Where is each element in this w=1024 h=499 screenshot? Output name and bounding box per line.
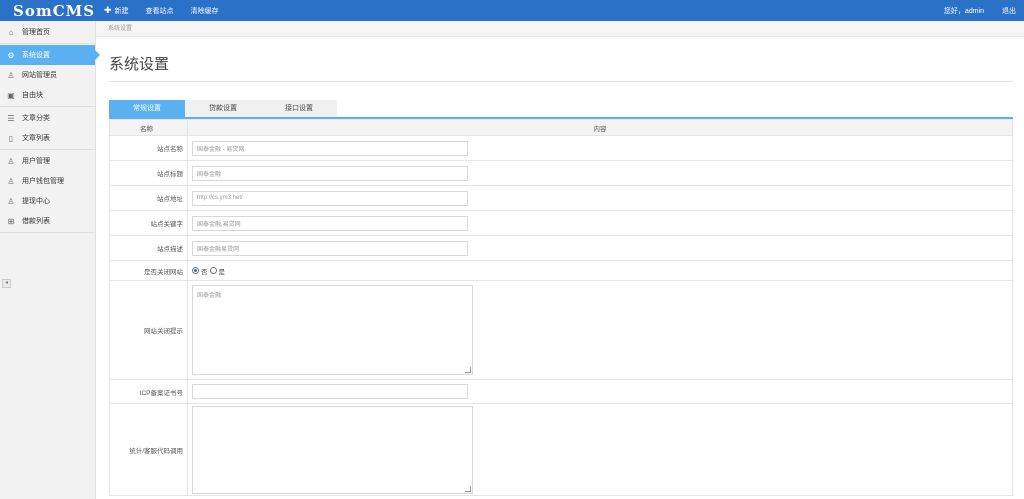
sidebar-item-label: 提现中心	[22, 198, 50, 205]
user-icon: ♙	[7, 70, 15, 80]
page-title: 系统设置	[109, 56, 170, 73]
radio-yes-label: 是	[218, 268, 226, 276]
row-label: 站点描述	[109, 235, 188, 261]
site-keywords-input[interactable]: 国泰金融,易贷网	[192, 215, 468, 231]
top-bar: SomCMS ✚ 新建 查看站点 清除缓存 您好，admin 退出	[0, 0, 1024, 21]
category-icon: ☰	[7, 113, 15, 123]
sidebar-item-label: 借款列表	[22, 218, 50, 225]
table-row: 站点名称 国泰金融 - 易贷网	[109, 135, 1013, 161]
sidebar-item-system-settings[interactable]: ⚙ 系统设置	[0, 45, 100, 65]
breadcrumb: 系统设置	[96, 21, 1024, 37]
table-row: 网站关闭提示 国泰金融	[109, 280, 1013, 380]
tab-api[interactable]: 接口设置	[261, 100, 337, 117]
sidebar-item-label: 用户管理	[22, 158, 50, 165]
close-site-radio-group: 否 是	[192, 266, 1012, 276]
site-description-input[interactable]: 国泰金融易贷网	[192, 240, 468, 256]
plus-icon: ✚	[104, 5, 112, 15]
gear-icon: ⚙	[7, 50, 15, 60]
row-label: ICP备案证书号	[109, 379, 188, 404]
collapse-sidebar-icon[interactable]: ◂	[2, 279, 11, 288]
sidebar-item-label: 网站管理员	[22, 72, 57, 79]
sidebar-group: ☰ 文章分类 ▯ 文章列表	[0, 107, 95, 150]
sidebar-item-label: 管理首页	[22, 29, 50, 36]
settings-table: 名称 内容 站点名称 国泰金融 - 易贷网 站点标题 国泰金融 站点地址 htt…	[109, 119, 1013, 496]
sidebar-item-site-admins[interactable]: ♙ 网站管理员	[0, 65, 95, 85]
clear-cache-link[interactable]: 清除缓存	[191, 6, 219, 16]
sidebar-item-article-categories[interactable]: ☰ 文章分类	[0, 108, 95, 128]
users-icon: ♙	[7, 156, 15, 166]
row-label: 是否关闭网站	[109, 260, 188, 281]
site-name-input[interactable]: 国泰金融 - 易贷网	[192, 140, 468, 156]
new-button[interactable]: ✚ 新建	[104, 5, 129, 16]
row-label: 统计/客服代码调用	[109, 403, 188, 496]
row-label: 站点名称	[109, 135, 188, 161]
table-header-row: 名称 内容	[109, 119, 1013, 136]
icp-input[interactable]	[192, 384, 468, 399]
block-icon: ▣	[7, 90, 15, 100]
top-nav: ✚ 新建 查看站点 清除缓存	[104, 0, 219, 21]
sidebar-item-user-wallet[interactable]: ♙ 用户钱包管理	[0, 171, 95, 191]
column-header-content: 内容	[187, 119, 1013, 136]
home-icon: ⌂	[8, 27, 14, 37]
site-title-input[interactable]: 国泰金融	[192, 165, 468, 181]
column-header-name: 名称	[109, 119, 188, 136]
view-site-link[interactable]: 查看站点	[146, 6, 174, 16]
stats-code-textarea[interactable]	[192, 405, 473, 494]
row-label: 站点标题	[109, 160, 188, 186]
radio-no-label: 否	[201, 268, 208, 276]
table-row: ICP备案证书号	[109, 379, 1013, 404]
sidebar-item-label: 用户钱包管理	[22, 178, 64, 185]
withdraw-icon: ♙	[7, 196, 15, 206]
table-row: 站点地址 http://cs.ym3.net/	[109, 185, 1013, 211]
table-row: 站点标题 国泰金融	[109, 160, 1013, 186]
settings-tabs: 常规设置 贷款设置 接口设置	[109, 100, 337, 117]
row-label: 站点关键字	[109, 210, 188, 236]
wallet-icon: ♙	[7, 176, 15, 186]
sidebar-item-label: 系统设置	[22, 52, 50, 59]
sidebar: ⌂ 管理首页 ⚙ 系统设置 ♙ 网站管理员 ▣ 自由块 ☰ 文章分类 ▯ 文章列…	[0, 21, 100, 499]
document-icon: ▯	[8, 133, 14, 143]
sidebar-group: ♙ 用户管理 ♙ 用户钱包管理 ♙ 提现中心 ⊞ 借款列表	[0, 150, 95, 233]
row-label: 站点地址	[109, 185, 188, 211]
sidebar-item-withdraw-center[interactable]: ♙ 提现中心	[0, 191, 95, 211]
close-notice-textarea[interactable]: 国泰金融	[192, 285, 473, 375]
sidebar-item-label: 文章列表	[22, 135, 50, 142]
sidebar-group: ⚙ 系统设置 ♙ 网站管理员 ▣ 自由块	[0, 44, 100, 107]
logout-link[interactable]: 退出	[1002, 6, 1016, 16]
site-url-input[interactable]: http://cs.ym3.net/	[192, 190, 468, 206]
table-row: 站点描述 国泰金融易贷网	[109, 235, 1013, 261]
tab-general[interactable]: 常规设置	[109, 100, 185, 117]
grid-icon: ⊞	[7, 216, 15, 226]
sidebar-item-label: 自由块	[22, 92, 43, 99]
tab-loan[interactable]: 贷款设置	[185, 100, 261, 117]
row-label: 网站关闭提示	[109, 280, 188, 380]
table-row: 站点关键字 国泰金融,易贷网	[109, 210, 1013, 236]
radio-yes[interactable]	[209, 267, 217, 274]
logo: SomCMS	[13, 2, 96, 20]
sidebar-item-home[interactable]: ⌂ 管理首页	[0, 22, 95, 42]
sidebar-item-free-block[interactable]: ▣ 自由块	[0, 85, 95, 105]
new-button-label: 新建	[114, 7, 129, 15]
title-divider	[109, 81, 1013, 82]
sidebar-item-label: 文章分类	[22, 115, 50, 122]
sidebar-item-user-management[interactable]: ♙ 用户管理	[0, 151, 95, 171]
greeting: 您好，admin	[943, 7, 984, 15]
table-row: 是否关闭网站 否 是	[109, 260, 1013, 281]
radio-no[interactable]	[192, 267, 199, 274]
sidebar-group: ⌂ 管理首页	[0, 21, 95, 44]
sidebar-item-article-list[interactable]: ▯ 文章列表	[0, 128, 95, 148]
sidebar-item-loan-list[interactable]: ⊞ 借款列表	[0, 211, 95, 231]
user-area: 您好，admin 退出	[944, 0, 1016, 21]
table-row: 统计/客服代码调用	[109, 403, 1013, 496]
